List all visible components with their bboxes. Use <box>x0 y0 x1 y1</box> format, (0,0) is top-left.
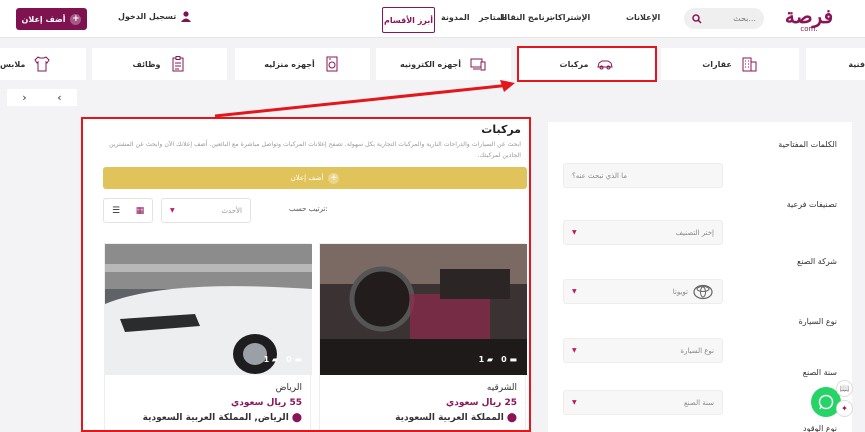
toyota-logo-icon <box>693 284 713 299</box>
map-pin-icon: ⬤ <box>291 413 302 423</box>
whatsapp-icon <box>818 394 834 410</box>
vehicles-results-panel: مركبات ابحث عن السيارات والدراجات الناري… <box>81 117 531 432</box>
category-label: فنية <box>848 59 865 69</box>
subcategory-value: إختر التصنيف <box>675 228 714 237</box>
plus-icon: + <box>70 13 82 25</box>
chevron-right-icon[interactable]: ‹ <box>57 91 61 104</box>
grid-view-icon[interactable]: ▦ <box>128 199 152 222</box>
sort-select[interactable]: الأحدث ▼ <box>161 198 251 223</box>
chevron-left-icon[interactable]: › <box>22 91 26 104</box>
keywords-placeholder: ما الذي تبحث عنه؟ <box>572 171 627 180</box>
make-selected: تويوتا <box>673 283 714 301</box>
category-home-appliances[interactable]: أجهزه منزليه <box>235 48 370 80</box>
category-description: ابحث عن السيارات والدراجات النارية والمر… <box>109 141 521 159</box>
appliance-icon <box>326 56 338 72</box>
caret-down-icon: ▼ <box>572 288 577 295</box>
add-ad-wide-button[interactable]: أضف إعلان + <box>103 167 527 189</box>
listing-location: ⬤ الرياض, المملكة العربية السعودية <box>142 413 302 423</box>
listing-price: 25 ريال سعودي <box>446 398 517 408</box>
add-ad-wide-label: أضف إعلان <box>290 174 324 182</box>
top-header: فرصة com. بحث... الإعلانات الإشتراكات بر… <box>0 0 865 38</box>
login-link[interactable]: تسجيل الدخول <box>118 11 192 22</box>
comment-count-badge: 0 ▬ <box>501 355 517 364</box>
category-label: وظائف <box>132 59 161 69</box>
nav-stores[interactable]: المتاجر <box>479 13 507 22</box>
login-label: تسجيل الدخول <box>118 12 177 21</box>
top-sections-button[interactable]: أبرز الأقسام <box>382 7 435 33</box>
subcategory-label: تصنيفات فرعية <box>786 200 837 209</box>
comment-count-badge: 0 ▬ <box>286 355 302 364</box>
car-type-select[interactable]: نوع السيارة ▼ <box>563 338 723 363</box>
shirt-icon <box>34 56 50 72</box>
building-icon <box>742 57 757 72</box>
category-label: ملابس <box>0 59 26 69</box>
listing-location: ⬤ المملكة العربية السعودية <box>395 413 517 423</box>
user-icon <box>181 11 192 22</box>
category-jobs[interactable]: وظائف <box>92 48 227 80</box>
year-label: سنة الصنع <box>802 368 837 377</box>
nav-ads[interactable]: الإعلانات <box>626 13 660 22</box>
annotation-arrow <box>215 80 515 118</box>
category-electronics[interactable]: أجهزه الكترونيه <box>376 48 511 80</box>
make-label: شركة الصنع <box>796 257 837 266</box>
listing-price: 55 ريال سعودي <box>231 398 302 408</box>
category-art[interactable]: فنية <box>806 48 865 80</box>
nav-subscriptions[interactable]: الإشتراكات <box>547 13 590 22</box>
add-ad-label: أضف إعلان <box>21 14 66 24</box>
caret-down-icon: ▼ <box>572 399 577 406</box>
chat-icon[interactable]: ✦ <box>836 400 853 417</box>
listing-card[interactable]: 1 ▰ 0 ▬ الرياض 55 ريال سعودي ⬤ الرياض, ا… <box>104 243 312 430</box>
make-select[interactable]: تويوتا ▼ <box>563 279 723 304</box>
filter-sidebar: الكلمات المفتاحية ما الذي تبحث عنه؟ تصني… <box>548 122 852 432</box>
category-real-estate[interactable]: عقارات <box>661 48 799 80</box>
book-icon[interactable]: 📖 <box>836 380 853 397</box>
category-clothes[interactable]: ملابس <box>0 48 86 80</box>
image-count-badge: 1 ▰ <box>478 355 494 364</box>
page-title: مركبات <box>481 123 521 136</box>
sort-value: الأحدث <box>221 206 242 215</box>
site-logo[interactable]: فرصة com. <box>784 6 834 33</box>
nav-blog[interactable]: المدونة <box>441 13 470 22</box>
caret-down-icon: ▼ <box>170 207 175 214</box>
search-input[interactable]: بحث... <box>684 8 764 29</box>
category-label: عقارات <box>702 59 732 69</box>
category-label: أجهزه منزليه <box>264 59 315 69</box>
caret-down-icon: ▼ <box>572 347 577 354</box>
devices-icon <box>470 58 486 71</box>
category-pager: › ‹ <box>7 89 77 106</box>
list-view-icon[interactable]: ☰ <box>104 199 128 222</box>
listing-card[interactable]: 1 ▰ 0 ▬ الشرقيه 25 ريال سعودي ⬤ المملكة … <box>319 243 527 430</box>
listing-city: الرياض <box>275 383 302 393</box>
sort-label: ترتيب حسب: <box>289 205 328 213</box>
car-type-label: نوع السيارة <box>798 317 837 326</box>
search-placeholder: بحث... <box>733 14 756 23</box>
car-icon <box>597 60 614 70</box>
make-value: تويوتا <box>672 287 688 296</box>
year-select[interactable]: سنة الصنع ▼ <box>563 390 723 415</box>
add-ad-button[interactable]: أضف إعلان + <box>16 8 87 30</box>
caret-down-icon: ▼ <box>572 229 577 236</box>
clipboard-icon <box>172 56 184 72</box>
fuel-label: نوع الوقود <box>803 424 837 432</box>
year-value: سنة الصنع <box>684 398 714 407</box>
category-label: مركبات <box>559 59 589 69</box>
view-toggle: ☰ ▦ <box>103 198 153 223</box>
keywords-label: الكلمات المفتاحية <box>778 140 837 149</box>
search-icon[interactable] <box>692 13 702 24</box>
plus-icon: + <box>328 172 340 184</box>
image-count-badge: 1 ▰ <box>263 355 279 364</box>
keywords-input[interactable]: ما الذي تبحث عنه؟ <box>563 163 723 188</box>
category-vehicles[interactable]: مركبات <box>517 46 657 82</box>
subcategory-select[interactable]: إختر التصنيف ▼ <box>563 220 723 245</box>
listing-badges: 1 ▰ 0 ▬ <box>479 355 517 364</box>
car-type-value: نوع السيارة <box>680 346 714 355</box>
listing-city: الشرقيه <box>486 383 517 393</box>
category-label: أجهزه الكترونيه <box>399 59 461 69</box>
listing-badges: 1 ▰ 0 ▬ <box>264 355 302 364</box>
map-pin-icon: ⬤ <box>506 413 517 423</box>
